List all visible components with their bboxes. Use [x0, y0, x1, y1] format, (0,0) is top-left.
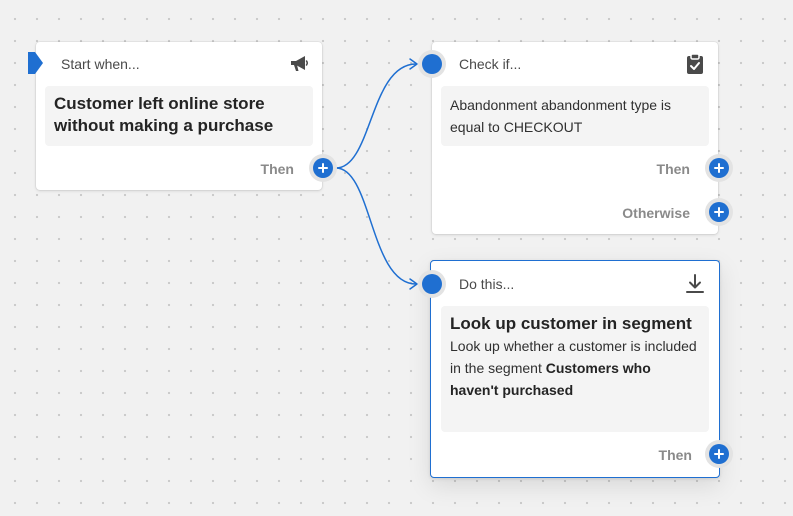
trigger-title: Customer left online store without makin… [54, 94, 274, 135]
trigger-header-title: Start when... [61, 56, 140, 72]
action-title: Look up customer in segment [450, 314, 692, 333]
trigger-card[interactable]: Start when... Customer left online store… [36, 42, 322, 190]
clipboard-check-icon [684, 53, 706, 75]
plus-icon [705, 198, 733, 226]
connector-trigger-to-action [335, 167, 417, 285]
connector-arrow-action [409, 278, 418, 290]
trigger-card-body: Customer left online store without makin… [45, 86, 313, 146]
condition-text: Abandonment abandonment type is equal to… [450, 97, 672, 135]
condition-then-add-button[interactable] [705, 154, 733, 182]
condition-then-label: Then [656, 161, 690, 177]
action-card-body: Look up customer in segment Look up whet… [441, 306, 709, 432]
trigger-then-label: Then [260, 161, 294, 177]
plus-icon [309, 154, 337, 182]
condition-card-header: Check if... [432, 42, 718, 86]
action-card[interactable]: Do this... Look up customer in segment L… [430, 260, 720, 478]
action-then-label: Then [658, 447, 692, 463]
condition-otherwise-add-button[interactable] [705, 198, 733, 226]
condition-header-title: Check if... [459, 56, 522, 72]
condition-input-port[interactable] [418, 50, 446, 78]
condition-card[interactable]: Check if... Abandonment abandonment type… [432, 42, 718, 234]
trigger-card-header: Start when... [36, 42, 322, 86]
condition-otherwise-label: Otherwise [622, 205, 690, 221]
action-then-add-button[interactable] [705, 440, 733, 468]
megaphone-icon [288, 53, 310, 75]
plus-icon [705, 440, 733, 468]
action-input-port[interactable] [418, 270, 446, 298]
connector-arrow-condition [409, 58, 418, 70]
connector-trigger-to-condition [335, 63, 417, 169]
action-card-header: Do this... [431, 261, 719, 305]
action-header-title: Do this... [459, 276, 515, 292]
plus-icon [705, 154, 733, 182]
trigger-start-marker [28, 52, 43, 74]
trigger-then-add-button[interactable] [309, 154, 337, 182]
condition-card-body: Abandonment abandonment type is equal to… [441, 86, 709, 146]
action-description: Look up whether a customer is included i… [450, 335, 700, 401]
download-icon [684, 273, 706, 295]
